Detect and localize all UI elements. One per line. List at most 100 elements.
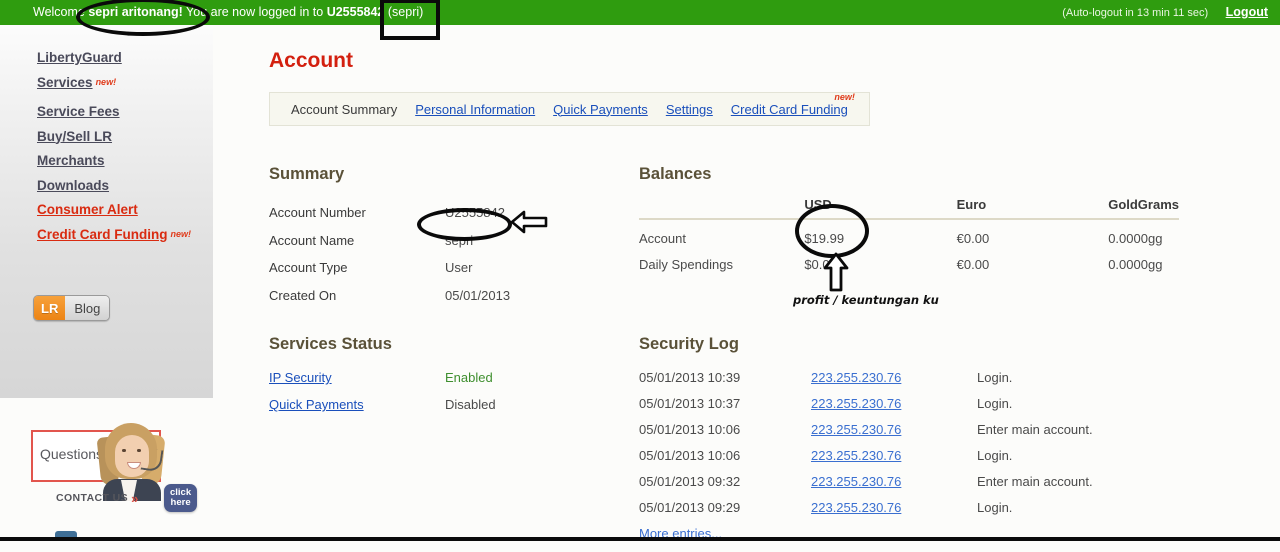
log-ip-cell[interactable]: 223.255.230.76 — [811, 474, 977, 500]
welcome-prefix: Welcome — [33, 5, 89, 19]
balance-daily-usd: $0.00 — [804, 257, 837, 272]
log-ip-link[interactable]: 223.255.230.76 — [811, 370, 901, 385]
table-row: IP Security Enabled — [269, 370, 496, 397]
contact-us-label: CONTACT US — [56, 492, 129, 504]
tab-personal-information[interactable]: Personal Information — [406, 102, 544, 117]
tab-label[interactable]: Settings — [666, 102, 713, 117]
log-ip-link[interactable]: 223.255.230.76 — [811, 422, 901, 437]
table-row: Quick Payments Disabled — [269, 397, 496, 424]
table-row: 05/01/2013 10:37 223.255.230.76 Login. — [639, 396, 1093, 422]
auto-logout-timer: (Auto-logout in 13 min 11 sec) — [1062, 7, 1209, 19]
sidebar-item-consumer-alert[interactable]: Consumer Alert — [37, 202, 207, 217]
new-badge: new! — [95, 76, 117, 87]
click-here-button[interactable]: click here — [164, 484, 198, 512]
welcome-user-name: sepri aritonang! — [88, 5, 183, 19]
sidebar-item-merchants[interactable]: Merchants — [37, 153, 207, 168]
balance-daily-eur: €0.00 — [956, 257, 990, 272]
balance-account-eur: €0.00 — [956, 231, 990, 246]
log-ip-cell[interactable]: 223.255.230.76 — [811, 448, 977, 474]
annotation-balance-note: profit / keuntungan ku — [793, 293, 939, 307]
service-name-ip-security[interactable]: IP Security — [269, 370, 445, 397]
log-action: Enter main account. — [977, 422, 1093, 437]
welcome-middle: You are now logged in to — [182, 5, 327, 19]
log-ip-link[interactable]: 223.255.230.76 — [811, 448, 901, 463]
summary-value: U2555842 — [445, 205, 505, 220]
log-ip-link[interactable]: 223.255.230.76 — [811, 474, 901, 489]
summary-key: Created On — [269, 287, 337, 303]
tab-label[interactable]: Quick Payments — [553, 102, 648, 117]
table-row: Account Name sepri — [269, 233, 510, 261]
summary-key: Account Type — [269, 260, 348, 275]
balances-heading: Balances — [639, 165, 712, 183]
sidebar-item-label: Services — [37, 74, 93, 90]
log-ip-cell[interactable]: 223.255.230.76 — [811, 370, 977, 396]
log-ip-link[interactable]: 223.255.230.76 — [811, 500, 901, 515]
balance-account-usd: $19.99 — [804, 231, 845, 246]
sidebar-item-label: Downloads — [37, 177, 110, 193]
contact-us-widget[interactable]: Questions? CONTACT US » click here — [31, 423, 198, 512]
tab-quick-payments[interactable]: Quick Payments — [544, 102, 657, 117]
tab-account-summary[interactable]: Account Summary — [282, 102, 406, 117]
lr-blog-button[interactable]: LR Blog — [33, 295, 111, 321]
services-status-heading: Services Status — [269, 335, 392, 353]
sidebar-item-label: Service Fees — [37, 104, 120, 119]
log-action: Enter main account. — [977, 474, 1093, 489]
sidebar-item-service-fees[interactable]: Service Fees — [37, 104, 207, 119]
tab-label[interactable]: Personal Information — [415, 102, 535, 117]
tab-label: Account Summary — [291, 101, 398, 117]
sidebar-item-libertyguard[interactable]: LibertyGuard — [37, 50, 207, 65]
log-ip-cell[interactable]: 223.255.230.76 — [811, 500, 977, 526]
sidebar-nav: LibertyGuard Services new! Service Fees B… — [37, 50, 207, 251]
table-row: 05/01/2013 10:06 223.255.230.76 Login. — [639, 448, 1093, 474]
summary-key: Account Number — [269, 205, 366, 220]
new-badge: new! — [170, 228, 192, 239]
log-timestamp: 05/01/2013 10:39 — [639, 370, 741, 385]
welcome-message: Welcome sepri aritonang! You are now log… — [33, 0, 423, 25]
blog-label: Blog — [65, 296, 110, 320]
sidebar-item-buy-sell-lr[interactable]: Buy/Sell LR — [37, 129, 207, 144]
log-timestamp: 05/01/2013 10:06 — [639, 448, 741, 463]
sidebar-item-credit-card-funding[interactable]: Credit Card Funding new! — [37, 227, 207, 242]
logout-link[interactable]: Logout — [1226, 5, 1268, 19]
agent-eye-left — [122, 449, 126, 452]
services-status-table: IP Security Enabled Quick Payments Disab… — [269, 370, 496, 424]
quick-payments-link[interactable]: Quick Payments — [269, 397, 364, 412]
service-status-quick-payments: Disabled — [445, 397, 496, 412]
log-action: Login. — [977, 448, 1013, 463]
chevron-right-icon: » — [131, 490, 139, 506]
table-header-row: USD Euro GoldGrams — [639, 197, 1179, 220]
balances-table: USD Euro GoldGrams Account $19.99 €0.00 … — [639, 197, 1179, 272]
log-ip-cell[interactable]: 223.255.230.76 — [811, 422, 977, 448]
balances-col-blank — [639, 197, 805, 220]
log-action: Login. — [977, 396, 1013, 411]
sidebar-item-services[interactable]: Services new! — [37, 75, 207, 90]
table-row: 05/01/2013 10:06 223.255.230.76 Enter ma… — [639, 422, 1093, 448]
contact-us-cta[interactable]: CONTACT US » — [56, 488, 181, 508]
service-name-quick-payments[interactable]: Quick Payments — [269, 397, 445, 424]
tab-credit-card-funding[interactable]: Credit Card Funding new! — [722, 92, 857, 117]
summary-value: 05/01/2013 — [445, 287, 511, 303]
log-action: Login. — [977, 370, 1013, 385]
top-status-bar: Welcome sepri aritonang! You are now log… — [0, 0, 1280, 25]
new-badge: new! — [834, 91, 855, 102]
balances-col-goldgrams: GoldGrams — [1108, 197, 1179, 220]
sidebar-item-label: Credit Card Funding — [37, 226, 168, 242]
summary-value: User — [445, 260, 473, 275]
log-timestamp: 05/01/2013 10:06 — [639, 422, 741, 437]
table-row: Account Type User — [269, 260, 510, 288]
sidebar-item-label: Consumer Alert — [37, 202, 138, 217]
balance-row-label: Daily Spendings — [639, 257, 733, 272]
sidebar-item-downloads[interactable]: Downloads — [37, 178, 207, 193]
table-row: 05/01/2013 09:29 223.255.230.76 Login. — [639, 500, 1093, 526]
log-ip-link[interactable]: 223.255.230.76 — [811, 396, 901, 411]
sidebar-item-label: LibertyGuard — [37, 50, 122, 65]
welcome-account-alias: (sepri) — [387, 5, 424, 19]
tab-label[interactable]: Credit Card Funding — [731, 102, 848, 117]
tab-settings[interactable]: Settings — [657, 102, 722, 117]
ip-security-link[interactable]: IP Security — [269, 370, 332, 385]
security-log-heading: Security Log — [639, 335, 739, 353]
table-row: Account Number U2555842 — [269, 205, 510, 233]
account-tabs: Account Summary Personal Information Qui… — [269, 92, 870, 126]
summary-key: Account Name — [269, 232, 355, 248]
log-ip-cell[interactable]: 223.255.230.76 — [811, 396, 977, 422]
